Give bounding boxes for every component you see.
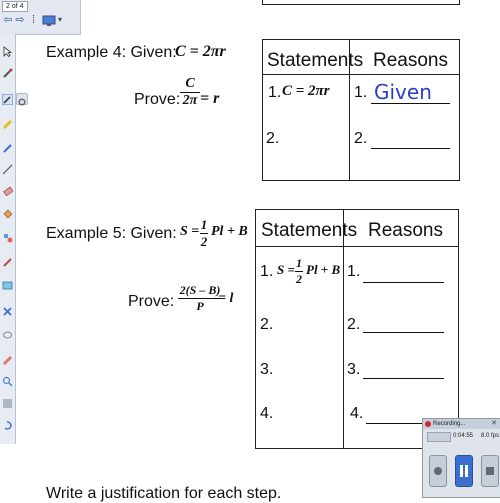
- example4-row2-reason-number: 2.: [354, 130, 368, 147]
- screen-shade-icon[interactable]: [2, 352, 13, 366]
- pause-button[interactable]: [455, 455, 473, 487]
- example5-row1-numerator: 1: [296, 256, 302, 270]
- example5-row2-reason-number: 2.: [347, 316, 361, 333]
- example4-prove-label: Prove:: [134, 91, 181, 108]
- example5-prove-numerator: 2(S – B): [179, 283, 221, 297]
- example5-row1-statement-fraction: 1 2: [295, 256, 303, 287]
- eraser-icon[interactable]: [2, 184, 14, 197]
- example5-row1-denominator: 2: [296, 272, 302, 286]
- magnifier-icon[interactable]: [2, 374, 13, 387]
- record-button[interactable]: [429, 455, 447, 487]
- answer-blank[interactable]: [363, 378, 444, 379]
- example4-row1-statement: C = 2πr: [282, 83, 330, 99]
- select-arrow-icon[interactable]: [2, 44, 13, 58]
- lasso-icon[interactable]: [2, 328, 13, 339]
- highlighter-icon[interactable]: [2, 116, 13, 130]
- next-page-button[interactable]: ⇨: [14, 13, 26, 27]
- example4-col-statements: Statements: [267, 50, 364, 71]
- example5-row1-statement-rhs: Pl + B: [306, 262, 341, 277]
- example5-row3-reason-number: 3.: [347, 361, 361, 378]
- example4-row1-number: 1.: [268, 84, 282, 101]
- answer-blank[interactable]: [371, 103, 450, 104]
- fill-icon[interactable]: [2, 206, 13, 219]
- example5-prove-fraction: 2(S – B) P: [178, 283, 222, 314]
- left-toolbar: [0, 34, 16, 444]
- example5-given-lhs: S =: [180, 224, 200, 239]
- recorder-elapsed-time: 0:04:55: [453, 433, 474, 439]
- example5-given-denominator: 2: [200, 234, 208, 249]
- footer-instruction: Write a justification for each step.: [46, 485, 282, 502]
- recorder-titlebar[interactable]: Recording... ✕: [423, 419, 500, 429]
- recorder-title: Recording...: [433, 421, 466, 427]
- answer-blank[interactable]: [363, 282, 444, 283]
- close-icon[interactable]: ✕: [489, 419, 499, 429]
- window-toolbar: 2 of 4 ⇦ ⇨ ⁞ ▾: [0, 0, 81, 35]
- example4-col-reasons: Reasons: [373, 50, 448, 71]
- shape-icon[interactable]: [2, 230, 13, 243]
- example4-prove-rhs: = r: [200, 90, 220, 107]
- delete-icon[interactable]: [2, 304, 13, 316]
- example4-prove-numerator: C: [185, 76, 195, 91]
- tool-settings-gear-icon[interactable]: [16, 93, 28, 106]
- text-icon[interactable]: [2, 254, 13, 267]
- example5-col-reasons: Reasons: [368, 220, 443, 241]
- example5-given-fraction: 1 2: [200, 217, 208, 250]
- pen-icon[interactable]: [2, 140, 13, 153]
- example5-row2-number: 2.: [260, 316, 274, 333]
- capture-icon[interactable]: [2, 278, 13, 290]
- example4-label: Example 4: Given:: [46, 44, 177, 61]
- previous-table-edge: [262, 0, 460, 5]
- page-indicator: 2 of 4: [2, 1, 28, 12]
- prev-page-button[interactable]: ⇦: [2, 13, 14, 27]
- redo-icon[interactable]: [2, 418, 13, 430]
- recorder-menu-button[interactable]: [427, 432, 451, 442]
- example4-row1-reason-number: 1.: [354, 84, 368, 101]
- hand-pointer-icon[interactable]: [2, 66, 13, 78]
- example5-given-numerator: 1: [200, 217, 208, 232]
- example5-given-rhs: Pl + B: [211, 224, 248, 239]
- example5-prove-denominator: P: [196, 299, 204, 313]
- monitor-icon[interactable]: [42, 14, 56, 26]
- example4-given: C = 2πr: [175, 43, 226, 60]
- answer-blank[interactable]: [363, 332, 444, 333]
- record-dot-icon: [425, 421, 431, 427]
- example5-prove-rhs: = l: [218, 291, 234, 306]
- undo-icon[interactable]: [2, 396, 13, 408]
- example5-row4-number: 4.: [260, 405, 274, 422]
- example5-row1-statement-lhs: S =: [277, 262, 295, 277]
- line-icon[interactable]: [2, 162, 13, 175]
- magic-wand-icon[interactable]: [1, 92, 14, 106]
- example4-prove-fraction: C 2π: [180, 76, 200, 109]
- recorder-fps: 8.0 fps: [481, 433, 500, 439]
- example4-row1-reason-handwritten[interactable]: Given: [374, 80, 432, 104]
- stop-button[interactable]: [481, 455, 499, 487]
- example5-col-statements: Statements: [261, 220, 358, 241]
- table-header-divider: [255, 246, 458, 247]
- example5-row1-number: 1.: [260, 263, 274, 280]
- example5-row1-reason-number: 1.: [347, 263, 361, 280]
- example5-label: Example 5: Given:: [46, 225, 177, 242]
- chevron-down-icon[interactable]: ▾: [58, 13, 66, 27]
- example5-row3-number: 3.: [260, 361, 274, 378]
- menu-dots-icon[interactable]: ⁞: [32, 13, 42, 27]
- answer-blank[interactable]: [371, 148, 450, 149]
- example4-row2-number: 2.: [266, 130, 280, 147]
- example5-row4-reason-number: 4.: [350, 405, 364, 422]
- example4-prove-denominator: 2π: [182, 93, 198, 108]
- answer-blank[interactable]: [366, 423, 422, 424]
- example5-prove-label: Prove:: [128, 293, 175, 310]
- recorder-window: Recording... ✕ 0:04:55 8.0 fps: [422, 418, 500, 498]
- table-header-divider: [262, 74, 459, 75]
